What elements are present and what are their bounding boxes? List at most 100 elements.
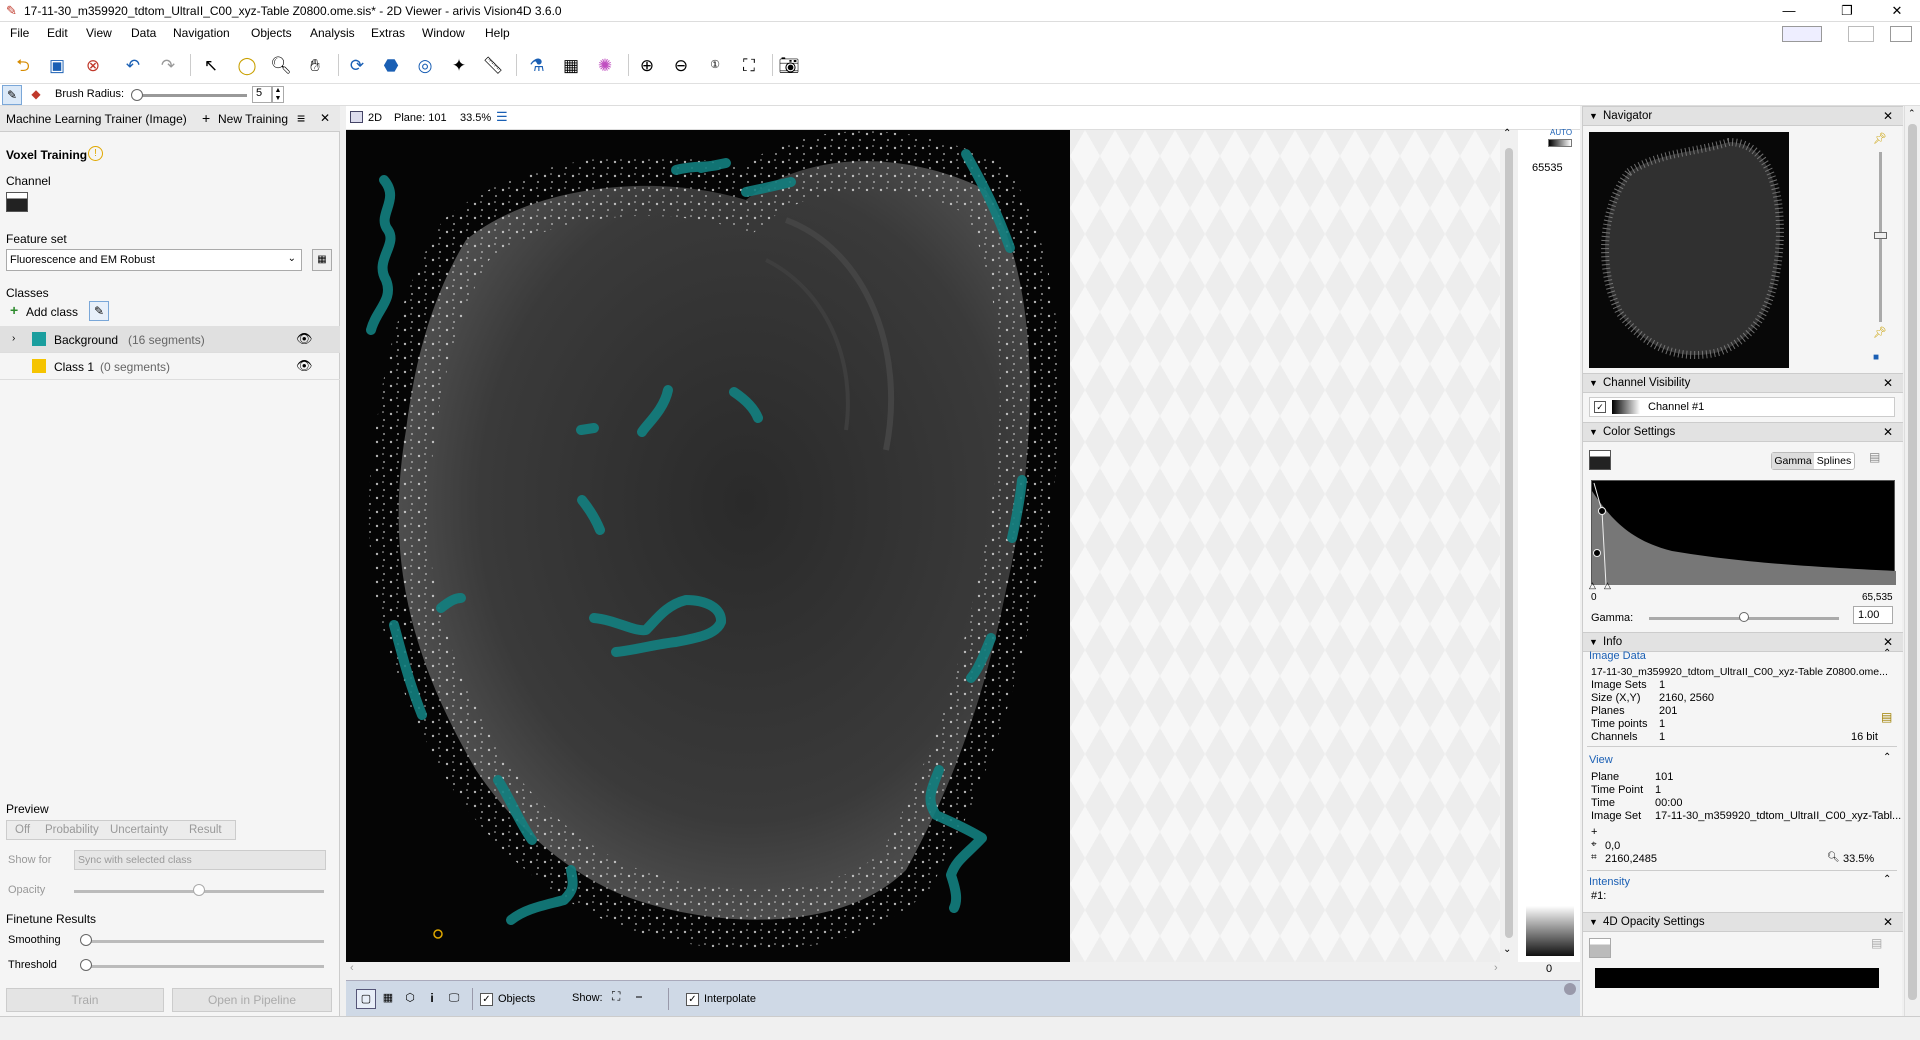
chevron-up-icon[interactable]: ⌃ (1883, 752, 1891, 763)
right-dock-scrollbar[interactable]: ⌃ (1904, 106, 1920, 1016)
add-class-button[interactable]: Add class (26, 305, 78, 319)
open-in-pipeline-button[interactable]: Open in Pipeline (172, 988, 332, 1012)
tab-uncertainty[interactable]: Uncertainty (110, 824, 168, 836)
scroll-thumb[interactable] (1505, 148, 1513, 938)
empty-canvas-area[interactable] (1070, 130, 1500, 962)
table-icon[interactable]: ▦ (558, 52, 584, 78)
info-icon[interactable]: i (422, 989, 442, 1009)
auto-range-icon[interactable] (1548, 139, 1572, 147)
menu-file[interactable]: File (10, 26, 29, 40)
eraser-icon[interactable]: ◆ (26, 85, 46, 105)
objects-checkbox[interactable]: ✓ (480, 993, 493, 1006)
region-icon[interactable]: ⬣ (378, 52, 404, 78)
close-icon[interactable]: ✕ (1883, 107, 1893, 126)
expand-icon[interactable]: › (12, 333, 15, 344)
navigator-header[interactable]: ▼ Navigator ✕ (1583, 106, 1903, 126)
undo-icon[interactable]: ↶ (120, 52, 146, 78)
image-data-section[interactable]: Image Data (1589, 650, 1646, 662)
scroll-right-icon[interactable]: › (1494, 962, 1498, 974)
maximize-button[interactable]: ❐ (1824, 0, 1870, 22)
pan-hand-icon[interactable]: ✋︎ (302, 52, 328, 78)
channel-checkbox[interactable]: ✓ (1594, 401, 1606, 413)
channel-visibility-header[interactable]: ▼ Channel Visibility ✕ (1583, 373, 1903, 393)
opacity-menu-icon[interactable]: ▤ (1871, 936, 1882, 950)
opacity-curve[interactable] (1595, 968, 1879, 988)
gamma-input[interactable]: 1.00 (1853, 606, 1893, 624)
collapse-icon[interactable]: ▼ (1589, 913, 1598, 932)
close-icon[interactable]: ✕ (1883, 423, 1893, 442)
intensity-section[interactable]: Intensity (1589, 876, 1630, 888)
monitor-icon[interactable]: 🖵 (444, 989, 464, 1009)
pointer-icon[interactable]: ↖ (198, 52, 224, 78)
grid-icon[interactable]: ▦ (312, 249, 332, 271)
collapse-icon[interactable]: ▼ (1589, 107, 1598, 126)
tab-result[interactable]: Result (189, 824, 222, 836)
copy-icon[interactable]: ▤ (1881, 710, 1892, 724)
menu-window[interactable]: Window (422, 26, 465, 40)
view-section[interactable]: View (1589, 754, 1613, 766)
menu-data[interactable]: Data (131, 26, 156, 40)
flask-icon[interactable]: ⚗ (524, 52, 550, 78)
opacity-channel-button[interactable] (1589, 938, 1611, 958)
ruler-icon[interactable]: 📏︎ (480, 52, 506, 78)
brush-radius-slider[interactable] (135, 94, 247, 97)
close-icon[interactable]: ✕ (320, 111, 330, 125)
open-icon[interactable]: ⮌ (10, 52, 36, 78)
class-brush-icon[interactable]: ✎ (89, 301, 109, 321)
camera-nav-icon[interactable]: ■ (1873, 352, 1879, 363)
color-wheel-icon[interactable]: ✺ (592, 52, 618, 78)
vertical-scrollbar[interactable]: ⌃ ⌄ (1500, 128, 1518, 962)
class-row-background[interactable]: › Background (16 segments) 👁︎ (0, 326, 340, 353)
auto-button[interactable]: AUTO (1550, 128, 1572, 137)
rotate-icon[interactable]: ⟳ (344, 52, 370, 78)
scroll-down-icon[interactable]: ⌄ (1503, 944, 1511, 955)
menu-extras[interactable]: Extras (371, 26, 405, 40)
navigator-zoom-knob[interactable] (1874, 232, 1887, 239)
brush-icon[interactable]: ✎ (2, 85, 22, 105)
layout-split-button[interactable] (1848, 26, 1874, 42)
color-settings-header[interactable]: ▼ Color Settings ✕ (1583, 422, 1903, 442)
tab-probability[interactable]: Probability (45, 824, 99, 836)
scroll-left-icon[interactable]: ‹ (350, 962, 354, 974)
zoom-out-icon[interactable]: ⊖ (668, 52, 694, 78)
save-icon[interactable]: ▣ (44, 52, 70, 78)
new-training-button[interactable]: New Training (218, 112, 288, 126)
menu-view[interactable]: View (86, 26, 112, 40)
show-for-dropdown[interactable]: Sync with selected class (74, 850, 326, 870)
color-channel-button[interactable] (1589, 450, 1611, 470)
tab-off[interactable]: Off (15, 824, 30, 836)
eye-icon[interactable]: 👁︎ (296, 358, 313, 374)
fit-icon[interactable]: ⛶ (736, 52, 762, 78)
info-header[interactable]: ▼ Info ✕ (1583, 632, 1903, 652)
filter-icon[interactable]: ☰ (496, 109, 508, 125)
layout-single-button[interactable] (1782, 26, 1822, 42)
splines-tab[interactable]: Splines (1814, 453, 1854, 469)
hist-max-marker-icon[interactable]: △ (1604, 580, 1611, 591)
menu-navigation[interactable]: Navigation (173, 26, 230, 40)
image-canvas[interactable] (346, 130, 1070, 962)
pin-icon[interactable]: 📌︎ (1873, 132, 1887, 145)
feature-set-dropdown[interactable]: Fluorescence and EM Robust ⌄ (6, 249, 302, 271)
brush-radius-knob[interactable] (131, 89, 143, 101)
menu-icon[interactable]: ≡ (297, 110, 305, 126)
redo-icon[interactable]: ↷ (155, 52, 181, 78)
view-4d-icon[interactable]: ⬡ (400, 989, 420, 1009)
eye-icon[interactable]: 👁︎ (296, 331, 313, 347)
gamma-knob[interactable] (1739, 612, 1749, 622)
collapse-icon[interactable]: ▼ (1589, 374, 1598, 393)
navigator-thumbnail[interactable] (1589, 132, 1789, 368)
smoothing-slider[interactable] (84, 940, 324, 943)
scroll-thumb[interactable] (1908, 124, 1917, 1000)
brush-radius-stepper[interactable]: ▲ ▼ (272, 86, 284, 103)
brain-section-image[interactable] (346, 130, 1070, 962)
smoothing-knob[interactable] (80, 934, 92, 946)
show-lines-icon[interactable]: ⎯ (636, 989, 642, 1004)
magic-wand-icon[interactable]: ✦ (446, 52, 472, 78)
close-icon[interactable]: ✕ (1883, 913, 1893, 932)
collapse-icon[interactable]: ▼ (1589, 423, 1598, 442)
channel-row[interactable]: ✓ Channel #1 (1589, 397, 1895, 417)
opacity-settings-header[interactable]: ▼ 4D Opacity Settings ✕ (1583, 912, 1903, 932)
pin-bottom-icon[interactable]: 📌︎ (1873, 326, 1887, 339)
class-color-swatch[interactable] (32, 332, 46, 346)
warning-icon[interactable]: ! (88, 146, 103, 161)
